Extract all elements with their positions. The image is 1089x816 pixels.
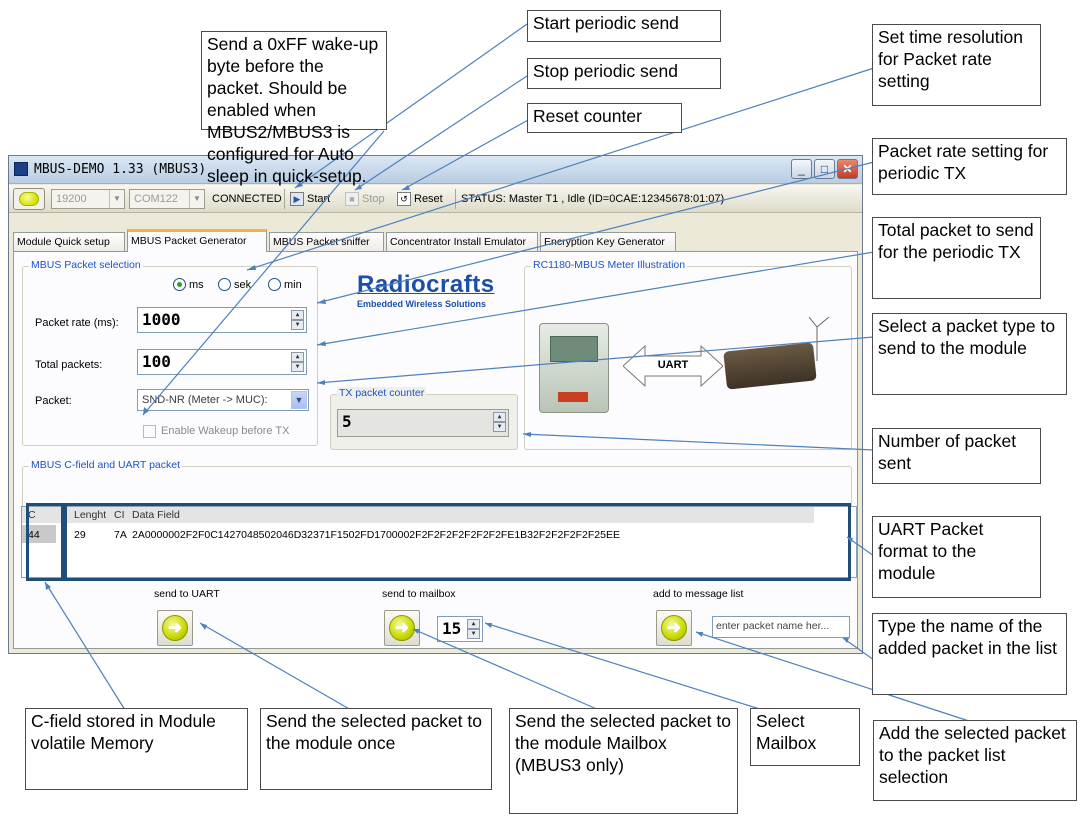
callout-select-mailbox: Select Mailbox	[750, 708, 860, 766]
callout-packet-name: Type the name of the added packet in the…	[872, 613, 1067, 695]
arrow-head-icon	[413, 629, 420, 634]
leader-line-cfield	[44, 581, 126, 711]
callout-total-packet: Total packet to send for the periodic TX	[872, 217, 1041, 299]
leader-line-packet-type	[316, 336, 875, 384]
leader-line-reset	[401, 118, 531, 191]
arrow-head-icon	[485, 623, 492, 628]
callout-packet-rate: Packet rate setting for periodic TX	[872, 138, 1067, 195]
leader-line-select-mailbox	[484, 622, 764, 711]
callout-uart-format: UART Packet format to the module	[872, 516, 1041, 598]
callout-start-periodic: Start periodic send	[527, 10, 721, 42]
callout-cfield: C-field stored in Module volatile Memory	[25, 708, 248, 790]
callout-reset-counter: Reset counter	[527, 103, 682, 133]
leader-line-packet-rate	[316, 161, 875, 304]
callout-add-packet: Add the selected packet to the packet li…	[873, 720, 1077, 801]
leader-line-packets-sent	[522, 433, 875, 451]
callout-packet-type: Select a packet type to send to the modu…	[872, 313, 1067, 395]
leader-line-total-packet	[316, 251, 875, 346]
arrow-head-icon	[200, 623, 207, 630]
callout-wakeup: Send a 0xFF wake-up byte before the pack…	[201, 31, 387, 186]
arrow-head-icon	[696, 632, 703, 637]
callout-stop-periodic: Stop periodic send	[527, 58, 721, 89]
callout-packets-sent: Number of packet sent	[872, 428, 1041, 484]
arrow-head-icon	[45, 582, 51, 590]
callout-send-mailbox: Send the selected packet to the module M…	[509, 708, 738, 814]
arrow-head-icon	[847, 537, 853, 543]
leader-line-send-once	[199, 622, 352, 711]
arrow-head-icon	[247, 265, 256, 270]
callout-send-once: Send the selected packet to the module o…	[260, 708, 492, 790]
callout-time-resolution: Set time resolution for Packet rate sett…	[872, 24, 1041, 106]
leader-line-send-mailbox	[412, 628, 600, 711]
